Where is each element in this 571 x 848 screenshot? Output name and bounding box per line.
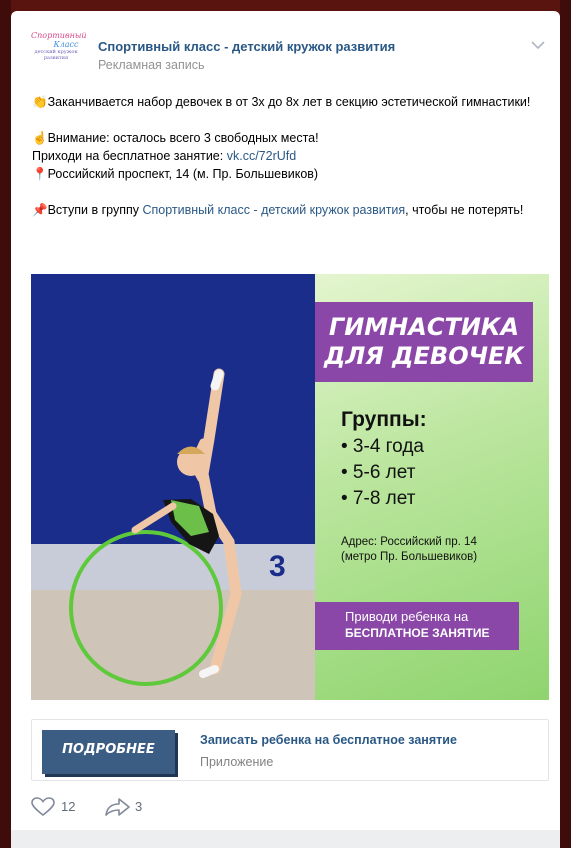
clapping-hands-icon: 👏 bbox=[32, 95, 48, 109]
location-pin-icon: 📍 bbox=[32, 167, 48, 181]
post-text-p1: 👏Заканчивается набор девочек в от 3х до … bbox=[32, 95, 531, 109]
app-subtitle: Приложение bbox=[200, 755, 274, 769]
group-avatar[interactable]: Спортивный Класс детский кружок развития bbox=[31, 31, 87, 75]
post-text-p3: Приходи на бесплатное занятие: vk.cc/72r… bbox=[32, 149, 297, 163]
promo-title-line2: ДЛЯ ДЕВОЧЕК bbox=[323, 342, 524, 370]
avatar-text-line1: Спортивный bbox=[31, 31, 87, 40]
page-edge-right bbox=[560, 0, 571, 848]
heart-icon bbox=[31, 797, 55, 817]
promo-title: ГИМНАСТИКА ДЛЯ ДЕВОЧЕК bbox=[315, 302, 533, 382]
post-text-p5: 📌Вступи в группу Спортивный класс - детс… bbox=[32, 203, 524, 217]
like-button[interactable]: 12 bbox=[31, 795, 81, 819]
promo-title-line1: ГИМНАСТИКА bbox=[328, 313, 520, 341]
page-edge-left bbox=[0, 0, 11, 848]
chevron-down-icon[interactable] bbox=[530, 39, 546, 51]
like-count: 12 bbox=[61, 799, 76, 814]
gymnast-illustration bbox=[69, 368, 242, 686]
group-name-link[interactable]: Спортивный класс - детский кружок развит… bbox=[98, 39, 395, 54]
promo-address: Адрес: Российский пр. 14 (метро Пр. Боль… bbox=[341, 536, 478, 563]
post-card: Спортивный Класс детский кружок развития… bbox=[11, 11, 560, 848]
pushpin-icon: 📌 bbox=[32, 203, 48, 217]
share-arrow-icon bbox=[105, 798, 130, 816]
more-details-button[interactable]: ПОДРОБНЕЕ bbox=[42, 730, 175, 774]
post-header: Спортивный Класс детский кружок развития… bbox=[31, 31, 546, 75]
post-text: 👏Заканчивается набор девочек в от 3х до … bbox=[32, 93, 542, 219]
ad-image[interactable]: 3 ГИМНАСТИКА ДЛЯ ДЕВОЧЕК Группы: • 3-4 г… bbox=[31, 274, 549, 700]
promo-cta-banner: Приводи ребенка на БЕСПЛАТНОЕ ЗАНЯТИЕ bbox=[315, 602, 519, 650]
post-text-p4: 📍Российский проспект, 14 (м. Пр. Большев… bbox=[32, 167, 319, 181]
gymnast-photo: 3 bbox=[31, 274, 315, 700]
promo-group-item: • 5-6 лет bbox=[341, 462, 416, 483]
ad-label: Рекламная запись bbox=[98, 58, 205, 72]
signup-link[interactable]: vk.cc/72rUfd bbox=[227, 149, 296, 163]
share-button[interactable]: 3 bbox=[105, 795, 155, 819]
post-text-p2: ☝Внимание: осталось всего 3 свободных ме… bbox=[32, 131, 319, 145]
promo-group-item: • 7-8 лет bbox=[341, 488, 416, 509]
group-mention-link[interactable]: Спортивный класс - детский кружок развит… bbox=[143, 203, 406, 217]
pointing-finger-icon: ☝ bbox=[32, 131, 48, 145]
share-count: 3 bbox=[135, 799, 143, 814]
promo-panel: ГИМНАСТИКА ДЛЯ ДЕВОЧЕК Группы: • 3-4 год… bbox=[315, 274, 549, 700]
promo-groups-title: Группы: bbox=[341, 408, 427, 431]
feed-gap bbox=[11, 830, 560, 848]
promo-group-item: • 3-4 года bbox=[341, 436, 424, 457]
avatar-text-line2: Класс bbox=[53, 40, 79, 49]
app-attachment[interactable]: ПОДРОБНЕЕ Записать ребенка на бесплатное… bbox=[31, 719, 549, 781]
avatar-text-line3: детский кружок развития bbox=[34, 49, 78, 61]
app-title-link[interactable]: Записать ребенка на бесплатное занятие bbox=[200, 733, 457, 747]
